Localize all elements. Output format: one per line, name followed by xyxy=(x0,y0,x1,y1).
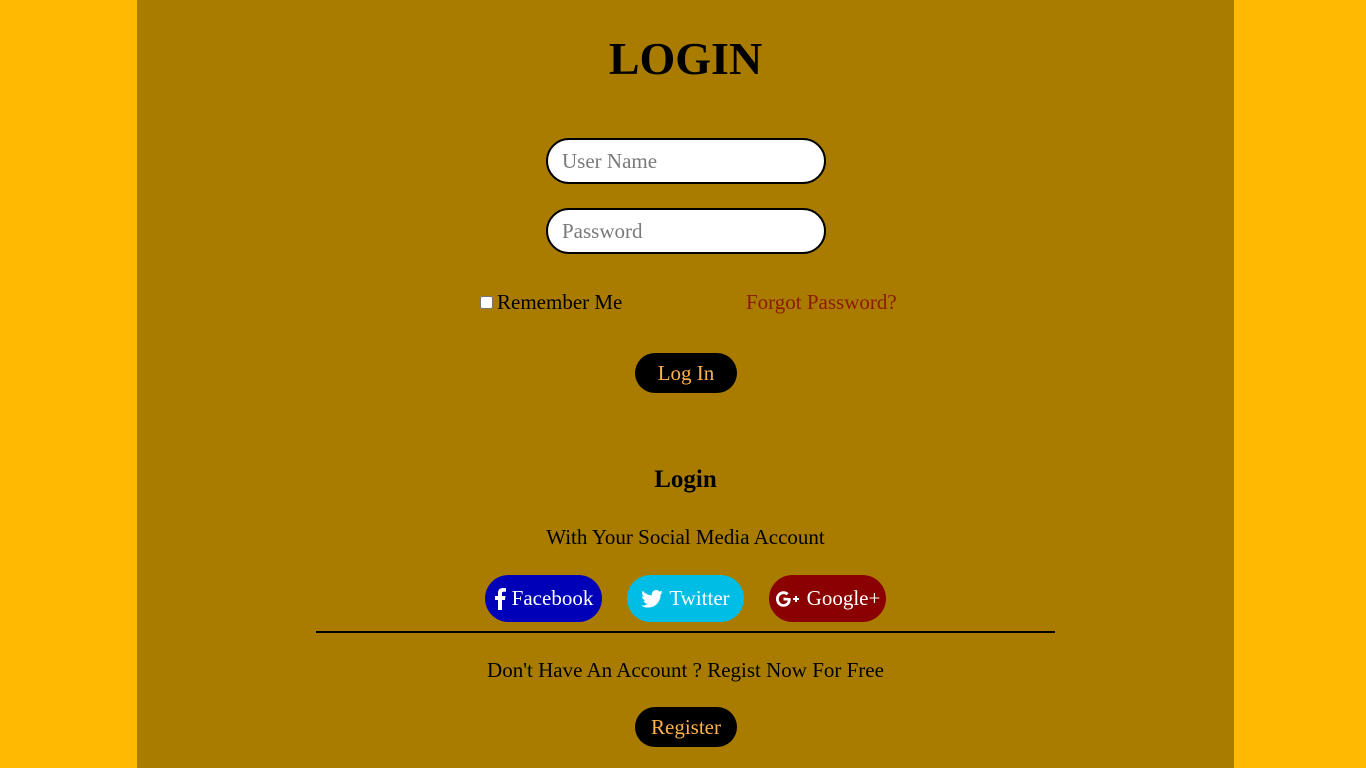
twitter-button[interactable]: Twitter xyxy=(627,575,744,622)
google-plus-button[interactable]: Google+ xyxy=(769,575,886,622)
social-login-heading: Login xyxy=(654,466,717,493)
password-input[interactable] xyxy=(546,208,826,254)
login-panel: LOGIN Remember Me Forgot Password? Log I… xyxy=(137,0,1234,768)
remember-me[interactable]: Remember Me xyxy=(480,290,622,315)
facebook-label: Facebook xyxy=(511,586,594,610)
remember-me-label: Remember Me xyxy=(497,290,623,314)
twitter-label: Twitter xyxy=(669,586,730,610)
google-plus-label: Google+ xyxy=(806,586,881,610)
register-prompt: Don't Have An Account ? Regist Now For F… xyxy=(487,658,884,682)
divider xyxy=(316,631,1055,633)
login-button[interactable]: Log In xyxy=(635,353,737,393)
social-login-subheading: With Your Social Media Account xyxy=(546,525,825,549)
twitter-icon xyxy=(641,589,664,608)
username-input[interactable] xyxy=(546,138,826,184)
facebook-button[interactable]: Facebook xyxy=(485,575,602,622)
remember-me-checkbox[interactable] xyxy=(480,296,493,309)
google-plus-icon xyxy=(775,590,801,608)
page-title: LOGIN xyxy=(608,33,763,84)
forgot-password-link[interactable]: Forgot Password? xyxy=(746,290,897,315)
register-button[interactable]: Register xyxy=(635,707,737,747)
facebook-icon xyxy=(494,587,506,610)
